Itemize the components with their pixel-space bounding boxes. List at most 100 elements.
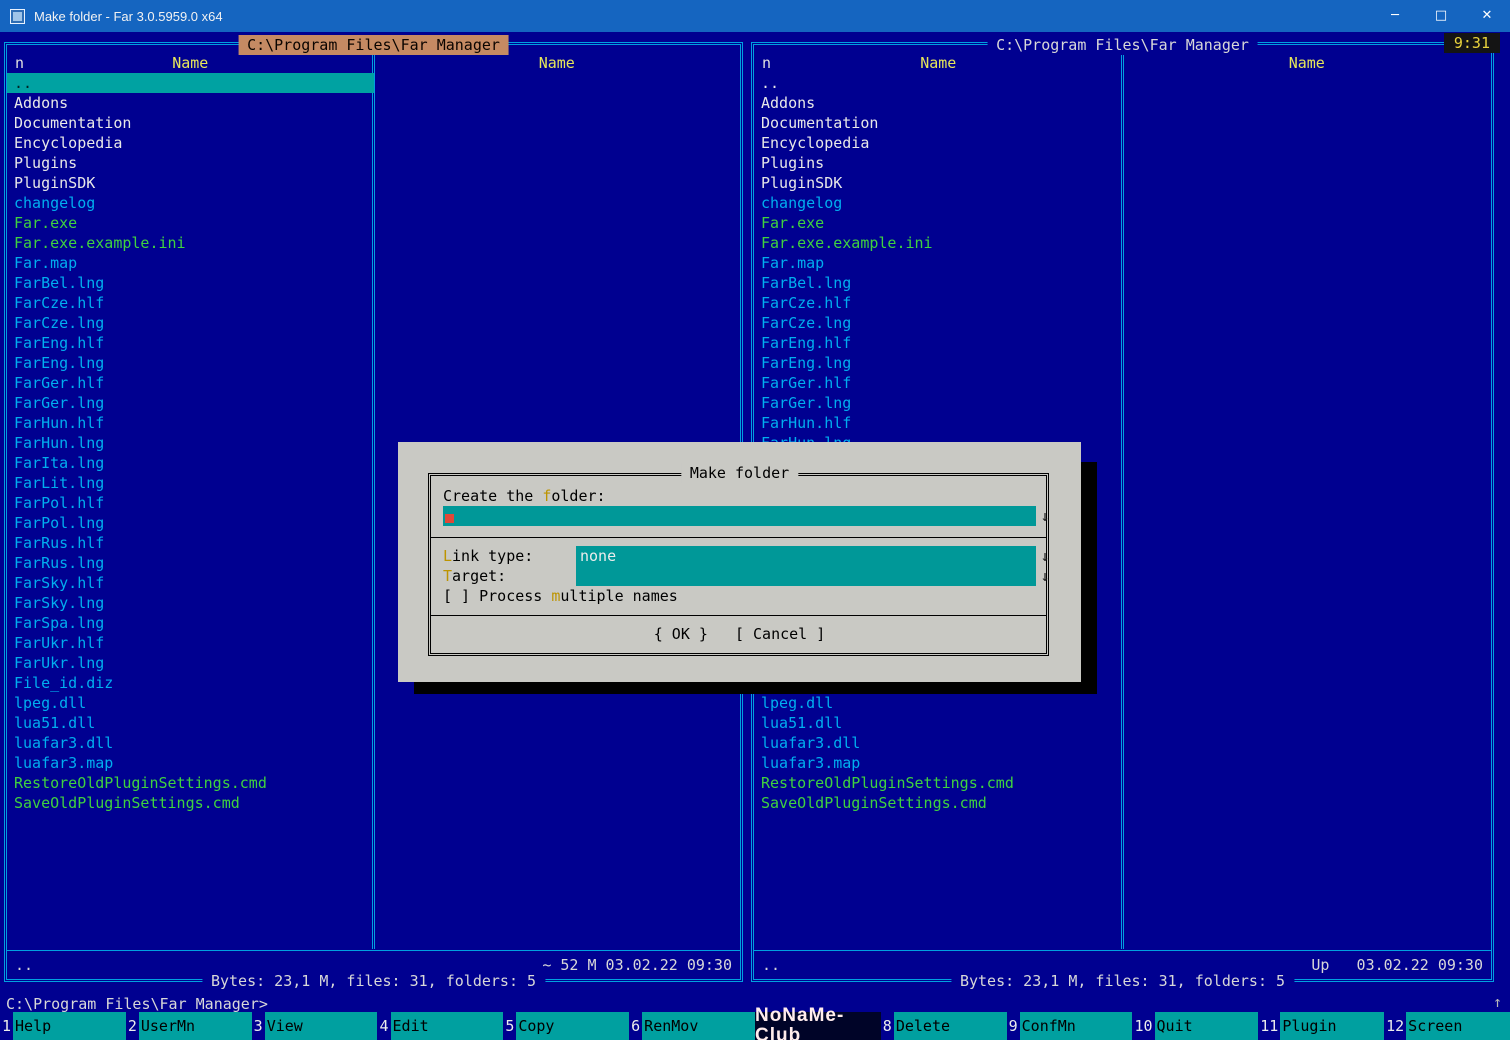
fkey-label[interactable]: Edit — [390, 1012, 504, 1040]
file-row[interactable]: FarRus.lng — [7, 553, 374, 573]
fkey-3[interactable]: 3 View — [252, 1012, 378, 1040]
fkey-5[interactable]: 5 Copy — [503, 1012, 630, 1040]
file-row[interactable]: FarPol.lng — [7, 513, 374, 533]
file-row[interactable]: Documentation — [754, 113, 1123, 133]
fkey-10[interactable]: 10 Quit — [1132, 1012, 1259, 1040]
file-row[interactable]: FarHun.hlf — [754, 413, 1123, 433]
file-row[interactable]: Far.exe — [754, 213, 1123, 233]
file-row[interactable]: luafar3.dll — [7, 733, 374, 753]
file-row[interactable]: .. — [754, 73, 1123, 93]
fkey-label[interactable]: Plugin — [1280, 1012, 1385, 1040]
file-row[interactable]: FarHun.lng — [7, 433, 374, 453]
file-row[interactable]: changelog — [754, 193, 1123, 213]
file-row[interactable]: Addons — [7, 93, 374, 113]
history-dropdown-icon[interactable]: ↓ — [1038, 566, 1052, 586]
file-row[interactable]: FarRus.hlf — [7, 533, 374, 553]
fkey-1[interactable]: 1 Help — [0, 1012, 126, 1040]
command-line[interactable]: C:\Program Files\Far Manager> — [6, 994, 1480, 1014]
file-row[interactable]: FarGer.hlf — [7, 373, 374, 393]
file-row[interactable]: RestoreOldPluginSettings.cmd — [7, 773, 374, 793]
file-row[interactable]: FarBel.lng — [7, 273, 374, 293]
file-row[interactable]: lpeg.dll — [7, 693, 374, 713]
fkey-label[interactable]: Screen — [1406, 1012, 1510, 1040]
file-row[interactable]: FarSpa.lng — [7, 613, 374, 633]
file-row[interactable]: Far.exe — [7, 213, 374, 233]
file-row[interactable]: lua51.dll — [7, 713, 374, 733]
ok-button[interactable]: { OK } — [654, 625, 708, 643]
history-dropdown-icon[interactable]: ↓ — [1038, 506, 1052, 526]
left-panel-path[interactable]: C:\Program Files\Far Manager — [238, 35, 509, 55]
file-row[interactable]: Encyclopedia — [7, 133, 374, 153]
file-row[interactable]: luafar3.map — [7, 753, 374, 773]
file-row[interactable]: Encyclopedia — [754, 133, 1123, 153]
file-row[interactable]: .. — [7, 73, 374, 93]
fkey-label[interactable]: View — [264, 1012, 378, 1040]
fkey-6[interactable]: 6 RenMov — [629, 1012, 755, 1040]
file-row[interactable]: FarEng.lng — [754, 353, 1123, 373]
file-row[interactable]: luafar3.map — [754, 753, 1123, 773]
minimize-button[interactable]: ─ — [1372, 0, 1418, 32]
fkey-label[interactable]: ConfMn — [1019, 1012, 1133, 1040]
close-button[interactable]: ✕ — [1464, 0, 1510, 32]
file-row[interactable]: Addons — [754, 93, 1123, 113]
file-row[interactable]: SaveOldPluginSettings.cmd — [754, 793, 1123, 813]
fkey-12[interactable]: 12 Screen — [1384, 1012, 1510, 1040]
fkey-label[interactable]: Copy — [516, 1012, 630, 1040]
file-row[interactable]: FarSky.lng — [7, 593, 374, 613]
link-type-select[interactable]: none — [576, 546, 1036, 566]
file-row[interactable]: FarGer.lng — [754, 393, 1123, 413]
fkey-4[interactable]: 4 Edit — [377, 1012, 504, 1040]
file-row[interactable]: Plugins — [754, 153, 1123, 173]
fkey-label[interactable]: Delete — [893, 1012, 1007, 1040]
file-row[interactable]: PluginSDK — [7, 173, 374, 193]
fkey-9[interactable]: 9 ConfMn — [1007, 1012, 1133, 1040]
file-row[interactable]: FarCze.hlf — [7, 293, 374, 313]
process-multiple-checkbox[interactable]: [ ] Process multiple names — [443, 586, 678, 606]
file-row[interactable]: PluginSDK — [754, 173, 1123, 193]
right-panel-path[interactable]: C:\Program Files\Far Manager — [987, 35, 1258, 55]
fkey-label[interactable]: Help — [13, 1012, 126, 1040]
file-row[interactable]: FarPol.hlf — [7, 493, 374, 513]
file-row[interactable]: Documentation — [7, 113, 374, 133]
file-row[interactable]: FarHun.hlf — [7, 413, 374, 433]
file-row[interactable]: FarBel.lng — [754, 273, 1123, 293]
file-row[interactable]: Far.map — [7, 253, 374, 273]
fkey-11[interactable]: 11 Plugin — [1258, 1012, 1385, 1040]
file-row[interactable]: FarLit.lng — [7, 473, 374, 493]
fkey-label[interactable]: Quit — [1154, 1012, 1259, 1040]
file-row[interactable]: lua51.dll — [754, 713, 1123, 733]
file-row[interactable]: FarCze.hlf — [754, 293, 1123, 313]
file-row[interactable]: luafar3.dll — [754, 733, 1123, 753]
file-row[interactable]: RestoreOldPluginSettings.cmd — [754, 773, 1123, 793]
file-row[interactable]: FarEng.lng — [7, 353, 374, 373]
file-row[interactable]: Far.map — [754, 253, 1123, 273]
fkey-8[interactable]: 8 Delete — [881, 1012, 1007, 1040]
file-row[interactable]: File_id.diz — [7, 673, 374, 693]
file-row[interactable]: FarCze.lng — [7, 313, 374, 333]
folder-name-input[interactable] — [443, 506, 1036, 526]
maximize-button[interactable]: □ — [1418, 0, 1464, 32]
create-folder-label: Create the folder: — [443, 487, 606, 505]
file-row[interactable]: FarEng.hlf — [754, 333, 1123, 353]
combo-dropdown-icon[interactable]: ↓ — [1038, 546, 1052, 566]
file-row[interactable]: SaveOldPluginSettings.cmd — [7, 793, 374, 813]
file-row[interactable]: Far.exe.example.ini — [7, 233, 374, 253]
file-row[interactable]: FarGer.lng — [7, 393, 374, 413]
history-up-icon[interactable]: ↑ — [1493, 992, 1502, 1012]
file-row[interactable]: FarCze.lng — [754, 313, 1123, 333]
cancel-button[interactable]: [ Cancel ] — [735, 625, 825, 643]
fkey-2[interactable]: 2 UserMn — [126, 1012, 252, 1040]
file-row[interactable]: FarUkr.hlf — [7, 633, 374, 653]
file-row[interactable]: FarSky.hlf — [7, 573, 374, 593]
fkey-label[interactable]: UserMn — [138, 1012, 252, 1040]
fkey-label[interactable]: RenMov — [642, 1012, 755, 1040]
file-row[interactable]: lpeg.dll — [754, 693, 1123, 713]
file-row[interactable]: Far.exe.example.ini — [754, 233, 1123, 253]
file-row[interactable]: changelog — [7, 193, 374, 213]
file-row[interactable]: FarGer.hlf — [754, 373, 1123, 393]
file-row[interactable]: FarIta.lng — [7, 453, 374, 473]
file-row[interactable]: FarEng.hlf — [7, 333, 374, 353]
target-input[interactable] — [576, 566, 1036, 586]
file-row[interactable]: FarUkr.lng — [7, 653, 374, 673]
file-row[interactable]: Plugins — [7, 153, 374, 173]
